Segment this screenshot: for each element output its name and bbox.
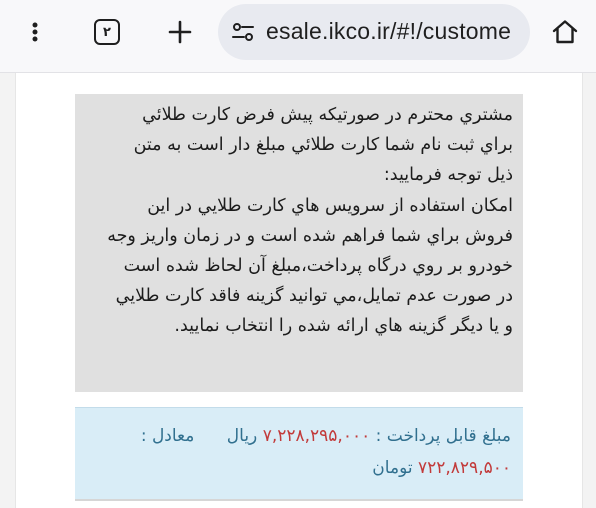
plus-icon xyxy=(168,20,192,44)
next-section-edge xyxy=(75,499,523,501)
new-tab-button[interactable] xyxy=(156,8,204,56)
notice-line: مشتري محترم در صورتيكه پيش فرض كارت طلائ… xyxy=(142,105,513,125)
toman-unit: تومان xyxy=(372,458,413,478)
tune-icon[interactable] xyxy=(230,19,256,45)
home-icon xyxy=(552,20,578,44)
three-dots-vertical-icon xyxy=(32,22,38,42)
notice-line: و يا ديگر گزينه هاي ارائه شده را انتخاب … xyxy=(174,316,513,337)
address-bar[interactable]: esale.ikco.ir/#!/custome xyxy=(218,4,530,60)
browser-menu-button[interactable] xyxy=(11,8,59,56)
home-button[interactable] xyxy=(541,8,589,56)
payable-amount-rial: ۷,۲۲۸,۲۹۵,۰۰۰ xyxy=(262,426,371,446)
notice-line: براي ثبت نام شما كارت طلائي مبلغ دار است… xyxy=(133,135,513,156)
notice-line: در صورت عدم تمايل،مي توانيد گزينه فاقد ك… xyxy=(115,286,513,307)
notice-line: امكان استفاده از سرويس هاي كارت طلايي در… xyxy=(147,195,513,216)
tab-switcher-icon: ۲ xyxy=(94,19,120,45)
payable-amount-toman: ۷۲۲,۸۲۹,۵۰۰ xyxy=(418,458,511,478)
notice-line: ذيل توجه فرماييد: xyxy=(383,165,513,186)
url-text: esale.ikco.ir/#!/custome xyxy=(266,18,512,44)
tab-count: ۲ xyxy=(103,24,111,40)
payable-amount-label: مبلغ قابل پرداخت : xyxy=(375,426,511,446)
rial-unit: ريال xyxy=(226,426,258,446)
tab-switcher-button[interactable]: ۲ xyxy=(83,8,131,56)
browser-toolbar: ۲ esale.ikco.ir/#!/custome xyxy=(0,0,596,73)
notice-line: خودرو بر روي درگاه پرداخت،مبلغ آن لحاظ ش… xyxy=(123,256,513,277)
payable-amount-box: مبلغ قابل پرداخت : ۷,۲۲۸,۲۹۵,۰۰۰ ريال مع… xyxy=(75,407,523,499)
notice-line: فروش براي شما فراهم شده است و در زمان وا… xyxy=(107,225,513,246)
golden-card-notice: مشتري محترم در صورتيكه پيش فرض كارت طلائ… xyxy=(75,94,523,392)
equivalent-label: معادل : xyxy=(140,426,195,446)
